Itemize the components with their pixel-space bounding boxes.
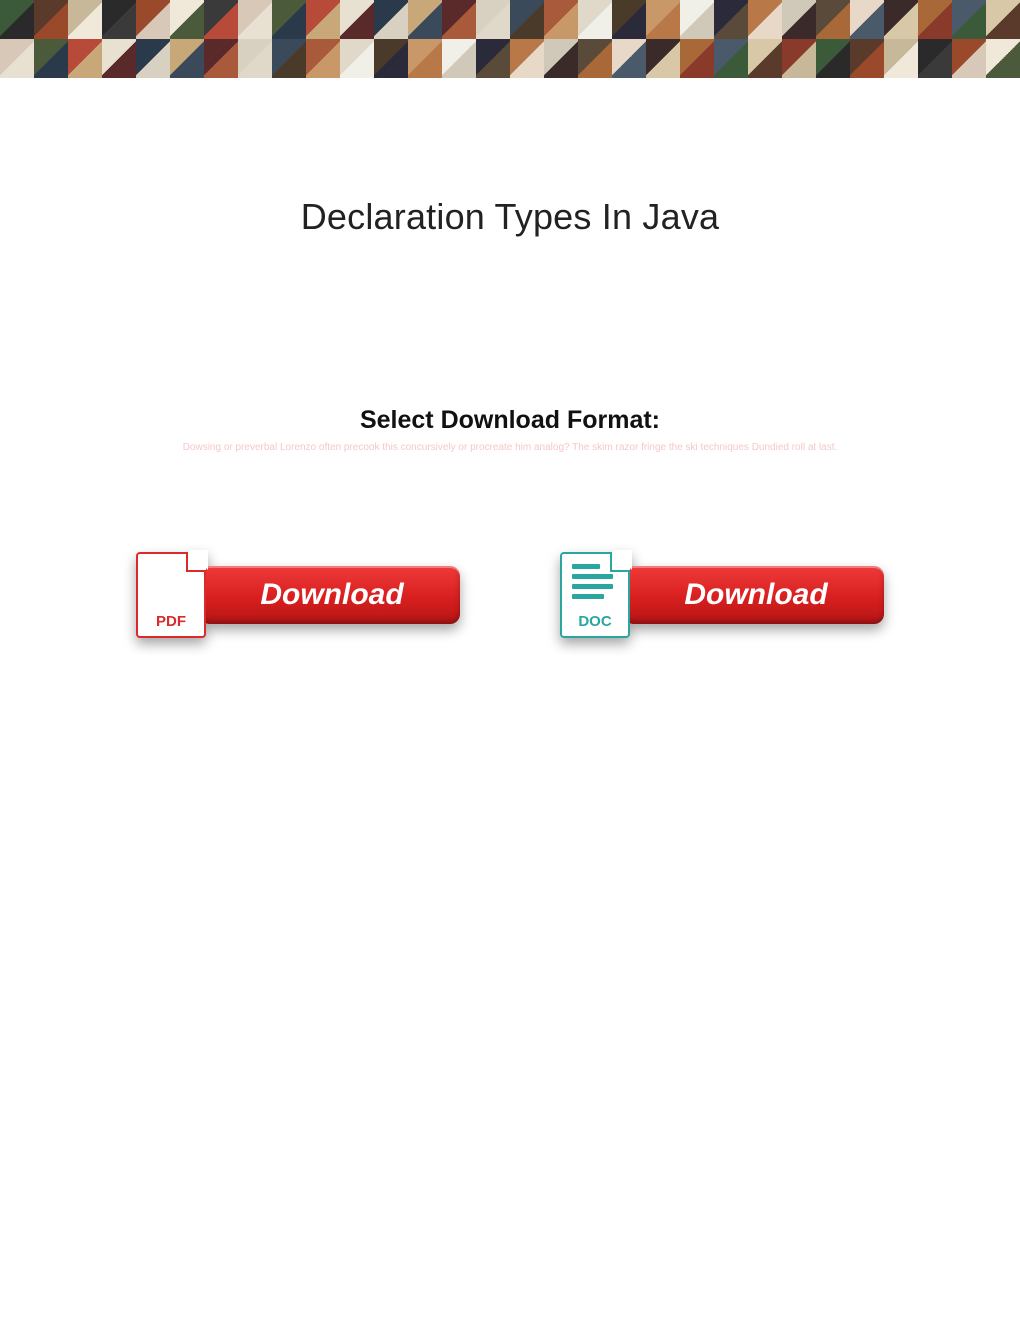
banner-tile [646,39,680,78]
banner-collage [0,0,1020,78]
banner-tile [306,39,340,78]
download-doc-button[interactable]: Download [624,566,884,624]
banner-tile [204,39,238,78]
banner-tile [510,0,544,39]
banner-tile [306,0,340,39]
banner-tile [374,39,408,78]
banner-tile [680,39,714,78]
banner-tile [102,39,136,78]
banner-tile [136,0,170,39]
banner-tile [884,0,918,39]
banner-tile [680,0,714,39]
banner-tile [374,0,408,39]
download-buttons-row: PDF Download DOC Download [0,552,1020,638]
doc-lines-icon [572,564,618,604]
banner-tile [748,39,782,78]
page-title: Declaration Types In Java [0,196,1020,238]
banner-tile [476,0,510,39]
banner-tile [272,0,306,39]
banner-tile [986,0,1020,39]
banner-tile [408,0,442,39]
download-pdf-unit: PDF Download [136,552,460,638]
banner-tile [442,39,476,78]
banner-tile [646,0,680,39]
banner-tile [34,39,68,78]
doc-icon-label: DOC [562,613,628,630]
download-doc-unit: DOC Download [560,552,884,638]
doc-file-icon: DOC [560,552,630,638]
download-pdf-button[interactable]: Download [200,566,460,624]
banner-tile [952,39,986,78]
banner-tile [714,39,748,78]
page-fold-icon [186,552,206,572]
banner-tile [476,39,510,78]
banner-tile [612,0,646,39]
faint-description-text: Dowsing or preverbal Lorenzo often preco… [0,441,1020,454]
banner-tile [340,0,374,39]
banner-tile [272,39,306,78]
banner-tile [850,0,884,39]
banner-tile [986,39,1020,78]
banner-tile [782,0,816,39]
banner-tile [850,39,884,78]
banner-tile [816,39,850,78]
banner-tile [102,0,136,39]
banner-tile [578,0,612,39]
banner-tile [238,39,272,78]
banner-tile [0,39,34,78]
banner-tile [748,0,782,39]
download-format-heading: Select Download Format: [0,406,1020,435]
banner-tile [238,0,272,39]
pdf-icon-label: PDF [138,613,204,630]
banner-tile [170,39,204,78]
banner-tile [0,0,34,39]
banner-tile [68,0,102,39]
banner-tile [884,39,918,78]
banner-tile [510,39,544,78]
banner-tile [918,39,952,78]
banner-tile [34,0,68,39]
banner-tile [204,0,238,39]
banner-tile [544,0,578,39]
banner-tile [612,39,646,78]
banner-tile [442,0,476,39]
banner-tile [170,0,204,39]
banner-tile [408,39,442,78]
banner-tile [918,0,952,39]
banner-tile [578,39,612,78]
pdf-file-icon: PDF [136,552,206,638]
banner-tile [782,39,816,78]
banner-tile [136,39,170,78]
banner-tile [340,39,374,78]
banner-tile [714,0,748,39]
banner-tile [68,39,102,78]
banner-tile [952,0,986,39]
banner-tile [544,39,578,78]
banner-tile [816,0,850,39]
